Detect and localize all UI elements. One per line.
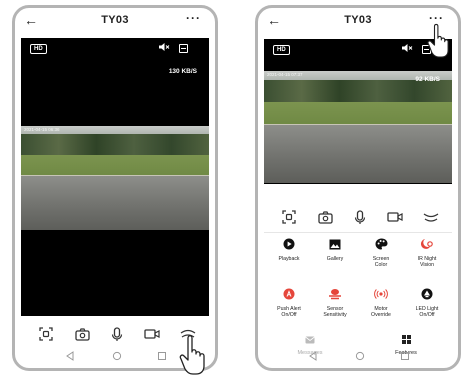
feature-label: Motor Override: [371, 306, 391, 318]
feature-label: Playback: [278, 256, 300, 262]
nav-back-icon[interactable]: [308, 351, 318, 361]
camera-icon[interactable]: [315, 205, 335, 229]
sensor-icon: [327, 286, 343, 302]
top-bar: ← TY03 ···: [15, 8, 215, 36]
feature-label: Sensor Sensitivity: [323, 306, 347, 318]
phone-screen-left: ← TY03 ··· HD 130 KB/S 2021-04-15 06:36: [12, 5, 218, 371]
microphone-icon[interactable]: [107, 322, 127, 346]
live-video-view[interactable]: HD 130 KB/S 2021-04-15 06:36: [21, 38, 209, 316]
video-timestamp: 2021-04-15 06:36: [24, 127, 60, 132]
divider: [264, 232, 452, 233]
system-nav-bar: [258, 347, 458, 365]
feature-label: Screen Color: [372, 256, 390, 268]
gallery-icon: [327, 236, 343, 252]
collapse-icon[interactable]: [421, 205, 441, 229]
camera-feed-image: 2021-04-15 06:36: [21, 126, 209, 230]
hd-badge[interactable]: HD: [30, 44, 47, 54]
play-icon: [281, 236, 297, 252]
nav-recents-icon[interactable]: [157, 351, 167, 361]
feature-label: LED Light On/Off: [415, 306, 439, 318]
device-title: TY03: [101, 14, 129, 26]
live-video-view[interactable]: HD 2021-04-15 07:37 92 KB/S: [264, 39, 452, 184]
hd-badge[interactable]: HD: [273, 45, 290, 55]
feature-screen-color[interactable]: Screen Color: [358, 236, 404, 268]
camera-icon[interactable]: [72, 322, 92, 346]
light-icon: [419, 286, 435, 302]
feature-ir-night-vision[interactable]: IR Night Vision: [404, 236, 450, 268]
scene-road: [264, 124, 452, 183]
feature-label: Gallery: [326, 256, 344, 262]
video-record-icon[interactable]: [385, 205, 405, 229]
record-toggle-icon[interactable]: [179, 44, 188, 53]
hand-pointer-icon: [427, 23, 449, 58]
microphone-icon[interactable]: [350, 205, 370, 229]
mute-icon[interactable]: [401, 43, 413, 53]
bitrate-readout: 92 KB/S: [415, 76, 440, 83]
night-vision-icon: [419, 236, 435, 252]
video-record-icon[interactable]: [142, 322, 162, 346]
more-dots-icon[interactable]: ···: [186, 11, 201, 25]
nav-recents-icon[interactable]: [400, 351, 410, 361]
video-controls: [258, 205, 458, 229]
feature-label: Push Alert On/Off: [277, 306, 301, 318]
feature-label: IR Night Vision: [417, 256, 437, 268]
bitrate-readout: 130 KB/S: [168, 68, 197, 75]
screenshot-icon[interactable]: [279, 205, 299, 229]
nav-back-icon[interactable]: [65, 351, 75, 361]
mute-icon[interactable]: [158, 42, 170, 52]
feature-push-alert[interactable]: Push Alert On/Off: [266, 286, 312, 318]
motor-icon: [373, 286, 389, 302]
alert-icon: [281, 286, 297, 302]
scene-road: [21, 175, 209, 230]
video-timestamp: 2021-04-15 07:37: [267, 72, 303, 77]
feature-playback[interactable]: Playback: [266, 236, 312, 262]
nav-home-icon[interactable]: [355, 351, 365, 361]
palette-icon: [373, 236, 389, 252]
features-grid-icon: [401, 335, 411, 344]
feature-sensor-sensitivity[interactable]: Sensor Sensitivity: [312, 286, 358, 318]
feature-motor-override[interactable]: Motor Override: [358, 286, 404, 318]
camera-feed-image: 2021-04-15 07:37 92 KB/S: [264, 71, 452, 183]
feature-led-light[interactable]: LED Light On/Off: [404, 286, 450, 318]
message-icon: [305, 336, 315, 344]
screenshot-icon[interactable]: [36, 322, 56, 346]
feature-gallery[interactable]: Gallery: [312, 236, 358, 262]
hand-pointer-icon: [179, 335, 205, 375]
nav-home-icon[interactable]: [112, 351, 122, 361]
